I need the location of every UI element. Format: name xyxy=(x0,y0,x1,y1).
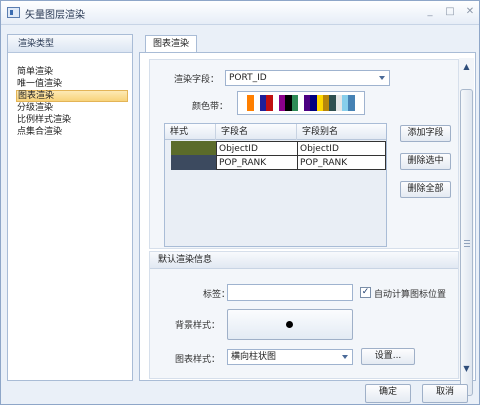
color-ramp-stripe xyxy=(354,95,361,111)
field-table-header: 样式 字段名 字段别名 xyxy=(165,124,386,140)
render-field-select[interactable]: PORT_ID xyxy=(225,70,390,86)
render-type-list: 简单渲染 唯一值渲染 图表渲染 分级渲染 比例样式渲染 点集合渲染 xyxy=(16,66,128,138)
default-render-info-group: 默认渲染信息 标签： ✓ 自动计算图标位置 背景样式： 图表样式： 横向柱状图 … xyxy=(149,251,459,379)
field-alias-cell[interactable]: POP_RANK xyxy=(297,155,386,170)
style-swatch[interactable] xyxy=(171,141,216,156)
cancel-button[interactable]: 取消 xyxy=(422,384,468,403)
chevron-down-icon xyxy=(342,355,348,359)
chart-style-label: 图表样式： xyxy=(175,355,221,365)
tab-bar: 图表渲染 xyxy=(139,35,477,53)
auto-position-label: 自动计算图标位置 xyxy=(374,290,447,300)
render-type-header: 渲染类型 xyxy=(8,35,132,53)
close-button[interactable]: ✕ xyxy=(463,5,477,19)
chart-settings-group: 渲染字段： PORT_ID 颜色带： 样式 字段名 字段别名 ObjectID … xyxy=(149,59,459,249)
minimize-button[interactable]: _ xyxy=(423,5,437,19)
render-type-dot-density[interactable]: 点集合渲染 xyxy=(16,126,128,138)
scroll-up-arrow-icon[interactable]: ▲ xyxy=(459,60,474,74)
app-icon xyxy=(7,7,20,18)
field-table: 样式 字段名 字段别名 ObjectID ObjectID POP_RANK P… xyxy=(164,123,387,247)
grip-line xyxy=(464,246,470,247)
column-style[interactable]: 样式 xyxy=(165,124,216,140)
settings-button[interactable]: 设置... xyxy=(361,348,415,365)
window-title: 矢量图层渲染 xyxy=(25,10,85,21)
maximize-button[interactable]: □ xyxy=(443,5,457,19)
table-row[interactable]: POP_RANK POP_RANK xyxy=(165,155,386,170)
column-field-alias[interactable]: 字段别名 xyxy=(297,124,386,140)
vector-layer-render-window: 矢量图层渲染 _ □ ✕ 渲染类型 简单渲染 唯一值渲染 图表渲染 分级渲染 比… xyxy=(0,0,480,405)
chart-style-select[interactable]: 横向柱状图 xyxy=(227,349,353,365)
chevron-down-icon xyxy=(379,76,385,80)
render-type-graduated[interactable]: 分级渲染 xyxy=(16,102,128,114)
content-scrollbar[interactable]: ▲ ▼ xyxy=(459,58,474,396)
auto-position-checkbox[interactable]: ✓ xyxy=(360,287,371,298)
dot-icon xyxy=(286,321,293,328)
ok-button[interactable]: 确定 xyxy=(365,384,411,403)
column-field-name[interactable]: 字段名 xyxy=(216,124,297,140)
render-field-label: 渲染字段： xyxy=(174,75,220,85)
render-type-simple[interactable]: 简单渲染 xyxy=(16,66,128,78)
table-row[interactable]: ObjectID ObjectID xyxy=(165,141,386,156)
grip-line xyxy=(464,240,470,241)
render-type-panel: 渲染类型 简单渲染 唯一值渲染 图表渲染 分级渲染 比例样式渲染 点集合渲染 xyxy=(7,34,133,381)
delete-all-button[interactable]: 删除全部 xyxy=(400,181,451,198)
add-field-button[interactable]: 添加字段 xyxy=(400,125,451,142)
field-name-cell[interactable]: ObjectID xyxy=(216,141,298,156)
label-field-label: 标签： xyxy=(203,290,231,300)
color-ramp-picker[interactable] xyxy=(237,91,365,115)
label-input[interactable] xyxy=(227,284,353,301)
style-swatch[interactable] xyxy=(171,155,216,170)
field-alias-cell[interactable]: ObjectID xyxy=(297,141,386,156)
background-style-button[interactable] xyxy=(227,309,353,340)
color-ramp-label: 颜色带： xyxy=(192,102,229,112)
field-name-cell[interactable]: POP_RANK xyxy=(216,155,298,170)
background-style-label: 背景样式： xyxy=(175,321,221,331)
chart-render-content: 渲染字段： PORT_ID 颜色带： 样式 字段名 字段别名 ObjectID … xyxy=(139,52,476,381)
title-bar: 矢量图层渲染 _ □ ✕ xyxy=(1,1,479,25)
render-type-unique-value[interactable]: 唯一值渲染 xyxy=(16,78,128,90)
chart-style-value: 横向柱状图 xyxy=(231,352,277,362)
render-type-chart[interactable]: 图表渲染 xyxy=(16,90,128,102)
scroll-down-arrow-icon[interactable]: ▼ xyxy=(459,362,474,376)
delete-selected-button[interactable]: 删除选中 xyxy=(400,153,451,170)
render-field-value: PORT_ID xyxy=(229,73,267,83)
render-type-proportional[interactable]: 比例样式渲染 xyxy=(16,114,128,126)
grip-line xyxy=(464,243,470,244)
scroll-thumb[interactable] xyxy=(460,89,473,396)
tab-chart-render[interactable]: 图表渲染 xyxy=(145,35,197,53)
default-render-info-title: 默认渲染信息 xyxy=(150,252,458,269)
